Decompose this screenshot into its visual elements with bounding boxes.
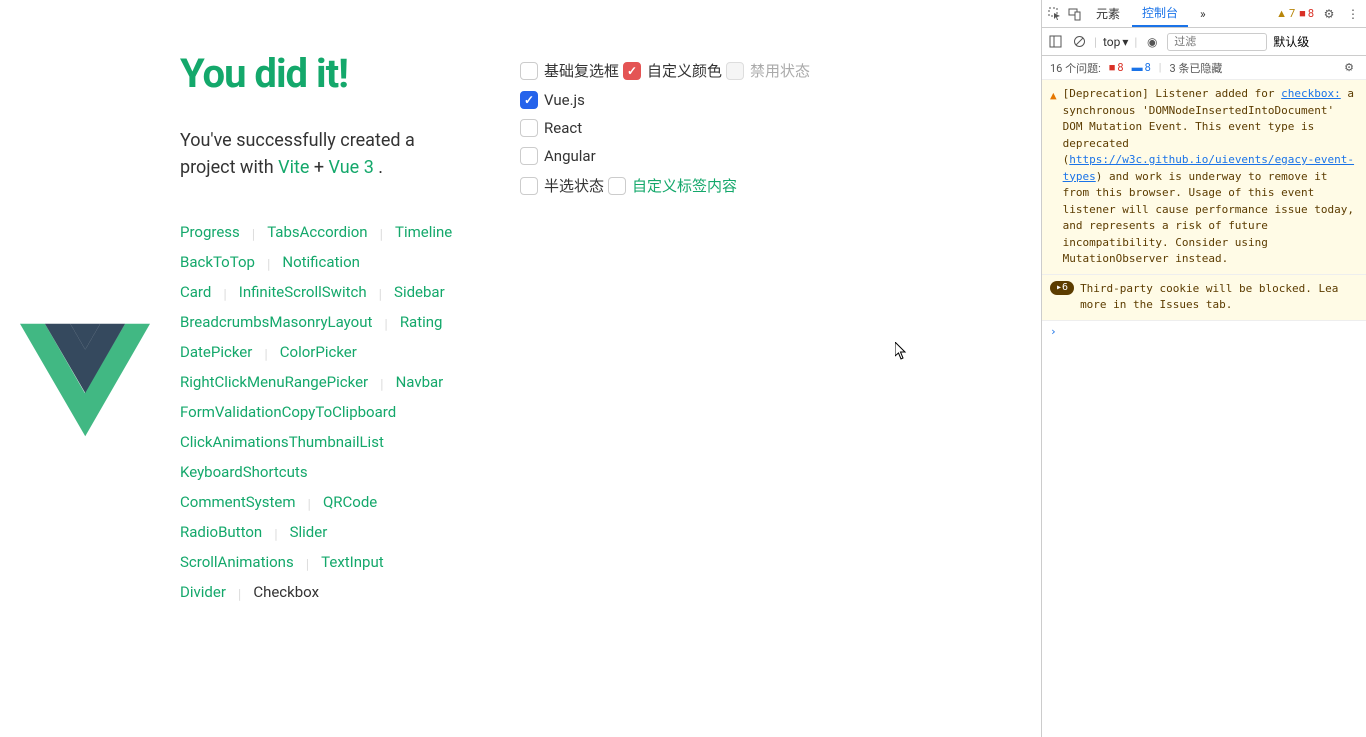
nav-link-radiobutton[interactable]: RadioButton bbox=[180, 521, 262, 543]
disabled-label: 禁用状态 bbox=[750, 60, 810, 81]
nav-link-formvalidation[interactable]: FormValidation bbox=[180, 401, 282, 423]
console-messages: ▲ [Deprecation] Listener added for check… bbox=[1042, 80, 1366, 737]
console-message-warning: ▲ [Deprecation] Listener added for check… bbox=[1042, 80, 1366, 275]
basic-checkbox-label: 基础复选框 bbox=[544, 60, 619, 81]
disabled-checkbox bbox=[726, 62, 744, 80]
eye-icon[interactable]: ◉ bbox=[1143, 33, 1161, 51]
nav-link-clickanimations[interactable]: ClickAnimations bbox=[180, 431, 289, 453]
nav-link-colorpicker[interactable]: ColorPicker bbox=[280, 341, 357, 363]
issues-gear-icon[interactable]: ⚙ bbox=[1340, 59, 1358, 77]
nav-link-keyboardshortcuts[interactable]: KeyboardShortcuts bbox=[180, 461, 308, 483]
basic-checkbox[interactable] bbox=[520, 62, 538, 80]
issues-hidden: 3 条已隐藏 bbox=[1169, 60, 1222, 76]
page-subtitle: You've successfully created a project wi… bbox=[180, 127, 460, 181]
warning-badge[interactable]: ▲7 bbox=[1276, 7, 1295, 20]
nav-link-navbar[interactable]: Navbar bbox=[396, 371, 444, 393]
message-count-badge: ▸ 6 bbox=[1050, 281, 1074, 295]
custom-label-checkbox[interactable] bbox=[608, 177, 626, 195]
inspect-icon[interactable] bbox=[1046, 5, 1064, 23]
indeterminate-checkbox[interactable] bbox=[520, 177, 538, 195]
issues-error-badge[interactable]: ■8 bbox=[1109, 61, 1124, 74]
nav-link-commentsystem[interactable]: CommentSystem bbox=[180, 491, 296, 513]
nav-link-copytoclipboard[interactable]: CopyToClipboard bbox=[282, 401, 397, 423]
warning-icon: ▲ bbox=[1050, 88, 1057, 268]
console-toolbar: | top ▾ | ◉ 默认级 bbox=[1042, 28, 1366, 56]
vuejs-checkbox[interactable] bbox=[520, 91, 538, 109]
console-prompt[interactable]: › bbox=[1042, 321, 1366, 342]
nav-link-switch[interactable]: Switch bbox=[322, 281, 367, 303]
angular-label: Angular bbox=[544, 147, 596, 165]
nav-link-infinitescroll[interactable]: InfiniteScroll bbox=[239, 281, 322, 303]
nav-link-masonrylayout[interactable]: MasonryLayout bbox=[269, 311, 372, 333]
filter-input[interactable] bbox=[1167, 33, 1267, 51]
issues-info-badge[interactable]: ▬8 bbox=[1132, 61, 1151, 74]
link-checkbox-source[interactable]: checkbox: bbox=[1281, 87, 1341, 100]
issues-bar: 16 个问题: ■8 ▬8 | 3 条已隐藏 ⚙ bbox=[1042, 56, 1366, 80]
device-toggle-icon[interactable] bbox=[1066, 5, 1084, 23]
react-checkbox[interactable] bbox=[520, 119, 538, 137]
clear-console-icon[interactable] bbox=[1070, 33, 1088, 51]
custom-label-label: 自定义标签内容 bbox=[632, 175, 737, 196]
indeterminate-label: 半选状态 bbox=[544, 175, 604, 196]
nav-link-backtotop[interactable]: BackToTop bbox=[180, 251, 255, 273]
nav-link-divider[interactable]: Divider bbox=[180, 581, 226, 603]
link-uievents[interactable]: https://w3c.github.io/uievents/ bbox=[1069, 153, 1274, 166]
checkbox-demo-area: 基础复选框 自定义颜色 禁用状态 Vue.js React Angular 半选… bbox=[520, 60, 820, 737]
nav-link-datepicker[interactable]: DatePicker bbox=[180, 341, 252, 363]
nav-link-tabs[interactable]: Tabs bbox=[267, 221, 299, 243]
context-dropdown[interactable]: top ▾ bbox=[1103, 35, 1128, 49]
tab-console[interactable]: 控制台 bbox=[1132, 0, 1188, 27]
tab-more[interactable]: » bbox=[1190, 3, 1216, 25]
page-title: You did it! bbox=[180, 50, 460, 97]
nav-link-textinput[interactable]: TextInput bbox=[321, 551, 384, 573]
gear-icon[interactable]: ⚙ bbox=[1320, 5, 1338, 23]
nav-link-timeline[interactable]: Timeline bbox=[395, 221, 452, 243]
component-nav: Progress|TabsAccordion|TimelineBackToTop… bbox=[180, 221, 460, 611]
mouse-cursor-icon bbox=[895, 342, 909, 364]
console-message-info: ▸ 6 Third-party cookie will be blocked. … bbox=[1042, 275, 1366, 321]
nav-link-breadcrumbs[interactable]: Breadcrumbs bbox=[180, 311, 269, 333]
nav-link-card[interactable]: Card bbox=[180, 281, 211, 303]
vue-logo-icon bbox=[20, 320, 150, 440]
custom-color-checkbox[interactable] bbox=[623, 62, 641, 80]
nav-link-accordion[interactable]: Accordion bbox=[300, 221, 368, 243]
nav-link-checkbox[interactable]: Checkbox bbox=[253, 581, 319, 603]
nav-link-thumbnaillist[interactable]: ThumbnailList bbox=[289, 431, 384, 453]
nav-link-sidebar[interactable]: Sidebar bbox=[394, 281, 445, 303]
sidebar-toggle-icon[interactable] bbox=[1046, 33, 1064, 51]
vuejs-label: Vue.js bbox=[544, 91, 585, 109]
nav-link-scrollanimations[interactable]: ScrollAnimations bbox=[180, 551, 294, 573]
devtools-panel: 元素 控制台 » ▲7 ■8 ⚙ ⋮ | top ▾ | ◉ 默认级 16 个问… bbox=[1041, 0, 1366, 737]
nav-link-qrcode[interactable]: QRCode bbox=[323, 491, 377, 513]
error-badge[interactable]: ■8 bbox=[1299, 7, 1314, 20]
log-level-dropdown[interactable]: 默认级 bbox=[1273, 33, 1309, 50]
more-icon[interactable]: ⋮ bbox=[1344, 5, 1362, 23]
devtools-tabs: 元素 控制台 » ▲7 ■8 ⚙ ⋮ bbox=[1042, 0, 1366, 28]
custom-color-label: 自定义颜色 bbox=[647, 60, 722, 81]
nav-link-rating[interactable]: Rating bbox=[400, 311, 443, 333]
nav-link-rightclickmenu[interactable]: RightClickMenu bbox=[180, 371, 285, 393]
nav-link-notification[interactable]: Notification bbox=[282, 251, 360, 273]
nav-link-rangepicker[interactable]: RangePicker bbox=[285, 371, 369, 393]
nav-link-progress[interactable]: Progress bbox=[180, 221, 240, 243]
issues-label: 16 个问题: bbox=[1050, 60, 1101, 76]
react-label: React bbox=[544, 119, 582, 137]
angular-checkbox[interactable] bbox=[520, 147, 538, 165]
nav-link-slider[interactable]: Slider bbox=[290, 521, 328, 543]
tab-elements[interactable]: 元素 bbox=[1086, 1, 1130, 26]
